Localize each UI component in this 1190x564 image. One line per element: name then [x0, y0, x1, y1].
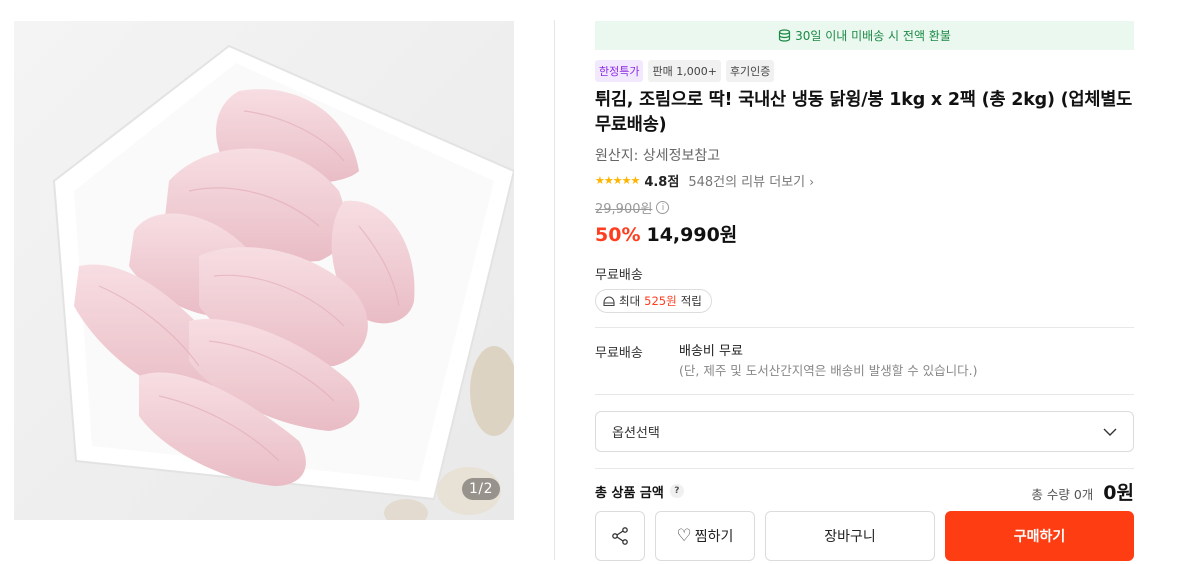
wishlist-label: 찜하기 — [694, 529, 734, 545]
rating-row: ★★★★★ 4.8점 548건의 리뷰 더보기 › — [595, 171, 1134, 190]
product-title: 튀김, 조림으로 딱! 국내산 냉동 닭윙/봉 1kg x 2팩 (총 2kg)… — [595, 90, 1133, 135]
total-amount: 0원 — [1103, 481, 1134, 504]
delivery-label: 무료배송 — [595, 346, 643, 361]
product-info-panel: 30일 이내 미배송 시 전액 환불 한정특가 판매 1,000+ 후기인증 튀… — [595, 21, 1134, 561]
shipping-label: 무료배송 — [595, 268, 643, 283]
badge-limited-deal: 한정특가 — [595, 60, 644, 82]
share-icon — [612, 527, 628, 545]
wishlist-button[interactable]: ♡ 찜하기 — [655, 511, 755, 561]
column-divider — [554, 20, 555, 560]
product-origin: 원산지: 상세정보참고 — [595, 148, 721, 164]
help-icon[interactable]: ? — [669, 484, 684, 498]
star-rating-icon: ★★★★★ — [595, 174, 640, 187]
badge-list: 한정특가 판매 1,000+ 후기인증 — [595, 60, 1134, 82]
divider — [595, 394, 1134, 395]
delivery-fee: 배송비 무료 — [679, 344, 743, 359]
points-suffix: 적립 — [680, 294, 702, 308]
option-select-label: 옵션선택 — [612, 426, 660, 441]
chevron-down-icon — [1103, 428, 1117, 436]
buy-now-button[interactable]: 구매하기 — [945, 511, 1134, 561]
sale-price: 14,990원 — [646, 224, 738, 246]
product-image[interactable]: 1/2 — [14, 21, 514, 520]
total-label: 총 상품 금액 — [595, 485, 664, 501]
price-row: 50% 14,990원 — [595, 220, 1134, 247]
review-link[interactable]: 548건의 리뷰 더보기 › — [688, 171, 814, 190]
badge-sales-count: 판매 1,000+ — [648, 60, 721, 82]
option-select[interactable]: 옵션선택 — [595, 411, 1134, 452]
image-pager: 1/2 — [461, 478, 500, 500]
delivery-note: (단, 제주 및 도서산간지역은 배송비 발생할 수 있습니다.) — [679, 363, 978, 378]
action-bar: ♡ 찜하기 장바구니 구매하기 — [595, 511, 1134, 561]
coin-stack-icon — [778, 29, 791, 42]
share-button[interactable] — [595, 511, 645, 561]
info-icon[interactable]: i — [656, 201, 670, 214]
product-photo — [14, 21, 514, 520]
cap-icon — [603, 295, 615, 306]
review-link-label: 548건의 리뷰 더보기 — [688, 175, 806, 190]
refund-text: 30일 이내 미배송 시 전액 환불 — [795, 29, 951, 43]
total-quantity: 총 수량 0개 — [1031, 486, 1094, 502]
rating-score: 4.8점 — [644, 175, 680, 190]
badge-verified-review: 후기인증 — [725, 60, 775, 82]
refund-notice: 30일 이내 미배송 시 전액 환불 — [595, 21, 1134, 50]
original-price-row: 29,900원 i — [595, 198, 1134, 217]
points-badge: 최대 525원 적립 — [595, 289, 712, 313]
points-prefix: 최대 — [619, 294, 641, 308]
original-price: 29,900원 — [595, 202, 653, 217]
discount-rate: 50% — [595, 224, 641, 246]
divider — [595, 468, 1134, 469]
add-to-cart-button[interactable]: 장바구니 — [765, 511, 935, 561]
points-amount: 525원 — [644, 294, 677, 308]
total-row: 총 상품 금액 ? 총 수량 0개 0원 — [595, 479, 1134, 504]
delivery-info: 무료배송 배송비 무료 (단, 제주 및 도서산간지역은 배송비 발생할 수 있… — [595, 342, 1134, 380]
divider — [595, 327, 1134, 328]
chevron-right-icon: › — [809, 175, 815, 189]
heart-icon: ♡ — [676, 525, 692, 546]
